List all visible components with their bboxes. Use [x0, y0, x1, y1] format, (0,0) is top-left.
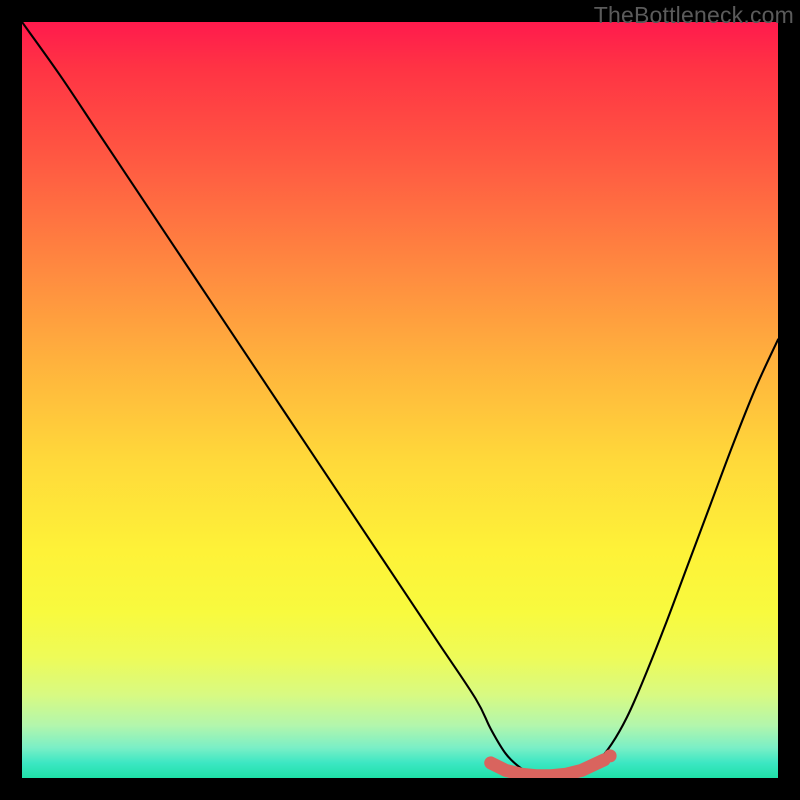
watermark-text: TheBottleneck.com [594, 2, 794, 29]
chart-plot-area [22, 22, 778, 778]
